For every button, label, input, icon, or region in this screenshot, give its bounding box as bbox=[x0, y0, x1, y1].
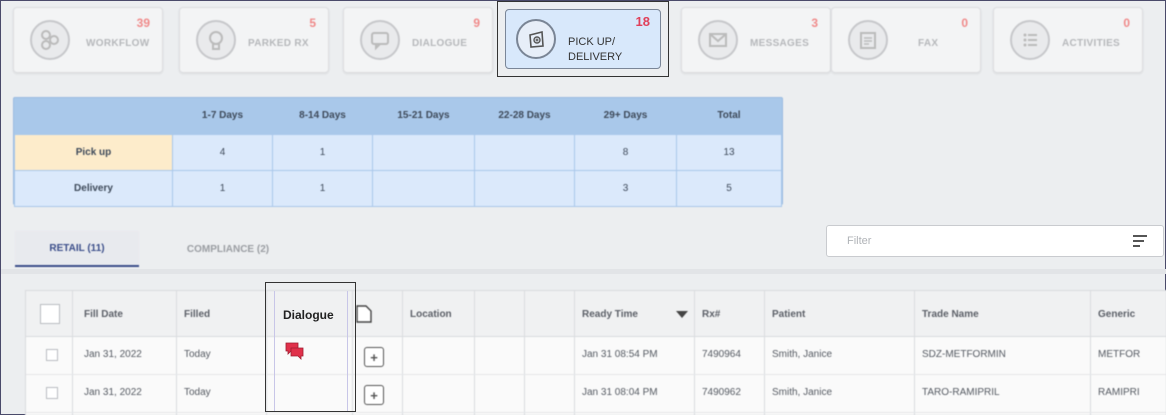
tile-count: 0 bbox=[961, 16, 968, 30]
col-header-fill-date[interactable]: Fill Date bbox=[84, 309, 123, 320]
sort-desc-icon[interactable] bbox=[676, 311, 688, 318]
tile-label: FAX bbox=[918, 38, 939, 49]
summary-header: 22-28 Days bbox=[498, 110, 551, 122]
summary-cell[interactable]: 1 bbox=[172, 169, 273, 207]
tile-pickup-delivery-inner: PICK UP/ DELIVERY 18 bbox=[505, 9, 661, 69]
tile-activities[interactable]: ACTIVITIES 0 bbox=[993, 7, 1143, 73]
tile-label: MESSAGES bbox=[750, 38, 810, 49]
tile-label: PARKED RX bbox=[248, 38, 309, 49]
queue-tabs: RETAIL (11) COMPLIANCE (2) bbox=[13, 231, 513, 267]
prescription-grid: Fill Date Filled Location Ready Time Rx#… bbox=[25, 290, 1166, 415]
summary-cell[interactable]: 5 bbox=[676, 169, 782, 207]
add-document-icon[interactable]: + bbox=[364, 347, 384, 367]
summary-row-label: Delivery bbox=[14, 169, 173, 207]
pickup-delivery-summary-table: 1-7 Days 8-14 Days 15-21 Days 22-28 Days… bbox=[13, 97, 783, 207]
cell-fill-date: Jan 31, 2022 bbox=[84, 387, 142, 398]
cell-rx[interactable]: 7490964 bbox=[702, 349, 741, 360]
summary-header: 15-21 Days bbox=[397, 110, 450, 122]
table-row[interactable]: Jan 31, 2022 Today + Jan 31 08:04 PM 749… bbox=[26, 375, 1166, 413]
summary-cell[interactable] bbox=[372, 169, 475, 207]
cell-trade-name: TARO-RAMIPRIL bbox=[922, 387, 1000, 398]
col-header-patient[interactable]: Patient bbox=[772, 309, 805, 320]
summary-cell[interactable]: 4 bbox=[172, 133, 273, 171]
tile-count: 5 bbox=[309, 16, 316, 30]
cell-generic: RAMIPRI bbox=[1098, 387, 1140, 398]
summary-row-pickup: Pick up 4 1 8 13 bbox=[14, 133, 782, 171]
cell-generic: METFOR bbox=[1098, 349, 1141, 360]
dialogue-chat-icon[interactable] bbox=[285, 342, 305, 360]
cell-rx[interactable]: 7490962 bbox=[702, 387, 741, 398]
cell-patient[interactable]: Smith, Janice bbox=[772, 387, 832, 398]
cell-ready-time: Jan 31 08:04 PM bbox=[582, 387, 658, 398]
tile-pickup-delivery[interactable]: PICK UP/ DELIVERY 18 bbox=[497, 1, 669, 77]
tile-workflow[interactable]: WORKFLOW 39 bbox=[13, 7, 163, 73]
tile-label: PICK UP/ DELIVERY bbox=[568, 35, 622, 65]
cell-filled: Today bbox=[184, 349, 211, 360]
row-checkbox[interactable] bbox=[46, 387, 58, 399]
queue-tiles: WORKFLOW 39 PARKED RX 5 DIALOGUE 9 PICK … bbox=[13, 1, 1153, 77]
filter-input[interactable] bbox=[827, 226, 1107, 256]
tile-messages[interactable]: MESSAGES 3 bbox=[681, 7, 831, 73]
tile-fax[interactable]: FAX 0 bbox=[831, 7, 981, 73]
summary-row-label: Pick up bbox=[14, 133, 173, 171]
select-all-checkbox[interactable] bbox=[40, 304, 60, 324]
summary-cell[interactable]: 1 bbox=[272, 133, 373, 171]
cell-patient[interactable]: Smith, Janice bbox=[772, 349, 832, 360]
tile-count: 39 bbox=[136, 16, 150, 30]
summary-header: Total bbox=[717, 110, 741, 122]
col-header-location[interactable]: Location bbox=[410, 309, 452, 320]
col-header-generic[interactable]: Generic bbox=[1098, 309, 1135, 320]
summary-header-empty bbox=[15, 98, 173, 134]
cell-ready-time: Jan 31 08:54 PM bbox=[582, 349, 658, 360]
summary-cell[interactable]: 8 bbox=[574, 133, 677, 171]
parked-rx-icon bbox=[196, 20, 236, 60]
activities-list-icon bbox=[1010, 20, 1050, 60]
table-row[interactable]: Jan 31, 2022 Today + Jan 31 08:54 PM 749… bbox=[26, 337, 1166, 375]
dialogue-icon bbox=[360, 20, 400, 60]
summary-header: 8-14 Days bbox=[299, 110, 346, 122]
document-icon bbox=[356, 305, 372, 323]
col-header-trade-name[interactable]: Trade Name bbox=[922, 309, 979, 320]
summary-cell[interactable]: 13 bbox=[676, 133, 782, 171]
summary-header-row: 1-7 Days 8-14 Days 15-21 Days 22-28 Days… bbox=[15, 98, 782, 134]
tile-label: WORKFLOW bbox=[86, 38, 150, 49]
col-header-dialogue[interactable]: Dialogue bbox=[283, 308, 334, 322]
cell-fill-date: Jan 31, 2022 bbox=[84, 349, 142, 360]
tile-count: 9 bbox=[473, 16, 480, 30]
summary-cell[interactable] bbox=[474, 169, 575, 207]
summary-cell[interactable] bbox=[474, 133, 575, 171]
tile-count: 18 bbox=[635, 14, 650, 29]
tile-label: ACTIVITIES bbox=[1062, 38, 1121, 49]
tile-parked-rx[interactable]: PARKED RX 5 bbox=[179, 7, 329, 73]
col-header-filled[interactable]: Filled bbox=[184, 309, 210, 320]
tile-dialogue[interactable]: DIALOGUE 9 bbox=[343, 7, 493, 73]
col-header-ready-time[interactable]: Ready Time bbox=[582, 309, 638, 320]
filter-lines-icon[interactable] bbox=[1133, 235, 1147, 247]
fax-icon bbox=[848, 20, 888, 60]
cell-filled: Today bbox=[184, 387, 211, 398]
tab-retail[interactable]: RETAIL (11) bbox=[15, 231, 139, 267]
pickup-bag-icon bbox=[516, 19, 556, 59]
cell-trade-name: SDZ-METFORMIN bbox=[922, 349, 1006, 360]
summary-cell[interactable]: 3 bbox=[574, 169, 677, 207]
tile-label: DIALOGUE bbox=[412, 38, 468, 49]
tile-label-line1: PICK UP/ bbox=[568, 36, 616, 48]
row-checkbox[interactable] bbox=[46, 349, 58, 361]
tile-count: 3 bbox=[811, 16, 818, 30]
summary-header: 1-7 Days bbox=[201, 110, 244, 122]
tab-compliance[interactable]: COMPLIANCE (2) bbox=[163, 231, 293, 267]
tile-count: 0 bbox=[1123, 16, 1130, 30]
filter-box bbox=[826, 225, 1164, 257]
envelope-icon bbox=[698, 20, 738, 60]
summary-cell[interactable] bbox=[372, 133, 475, 171]
summary-row-delivery: Delivery 1 1 3 5 bbox=[14, 169, 782, 207]
tile-label-line2: DELIVERY bbox=[568, 51, 623, 63]
dialogue-column-highlight bbox=[265, 282, 356, 412]
summary-cell[interactable]: 1 bbox=[272, 169, 373, 207]
col-header-rx[interactable]: Rx# bbox=[702, 309, 720, 320]
section-divider bbox=[1, 269, 1166, 274]
add-document-icon[interactable]: + bbox=[364, 385, 384, 405]
summary-header: 29+ Days bbox=[603, 110, 648, 122]
workflow-icon bbox=[30, 20, 70, 60]
